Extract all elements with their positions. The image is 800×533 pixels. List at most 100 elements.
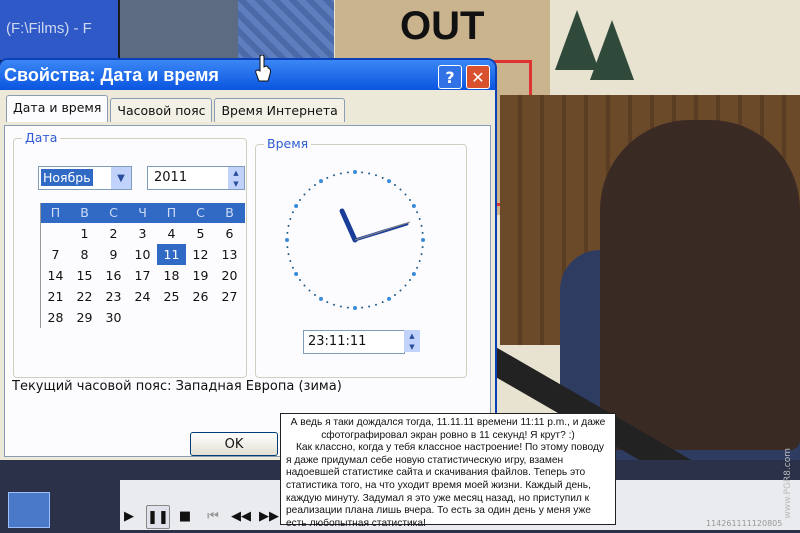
calendar-day[interactable]: 15 xyxy=(70,265,99,286)
clock-tick xyxy=(333,174,335,177)
year-spinner[interactable]: ▲ ▼ xyxy=(228,167,244,189)
calendar-day[interactable]: 18 xyxy=(157,265,186,286)
calendar-day[interactable]: 28 xyxy=(41,307,70,328)
clock-tick xyxy=(387,179,391,184)
clock-tick xyxy=(291,211,294,214)
clock-tick xyxy=(411,204,416,208)
calendar-day[interactable]: 12 xyxy=(186,244,215,265)
clock-tick xyxy=(394,294,396,296)
calendar-day[interactable]: 19 xyxy=(186,265,215,286)
weekday-label: С xyxy=(196,205,205,220)
calendar-day[interactable]: 29 xyxy=(70,307,99,328)
calendar-day[interactable]: 27 xyxy=(215,286,244,307)
clock-tick xyxy=(346,171,349,174)
calendar-day[interactable]: 25 xyxy=(157,286,186,307)
calendar-day[interactable]: 17 xyxy=(128,265,157,286)
time-group-label: Время xyxy=(264,136,312,151)
hand-cursor-icon xyxy=(255,55,271,82)
month-select[interactable]: Ноябрь ▼ xyxy=(38,166,132,190)
time-spinner[interactable]: ▲ ▼ xyxy=(404,330,420,352)
calendar-week-row: 123456 xyxy=(41,223,245,244)
calendar-day[interactable]: 22 xyxy=(70,286,99,307)
weekday-label: Ч xyxy=(138,205,147,220)
spin-down-icon[interactable]: ▼ xyxy=(228,178,244,189)
timezone-status: Текущий часовой пояс: Западная Европа (з… xyxy=(12,379,342,394)
fast-forward-icon[interactable]: ▶▶ xyxy=(258,505,280,527)
calendar-week-row: 7 8 9 10 11 12 13 xyxy=(41,244,245,265)
clock-tick xyxy=(287,253,290,256)
clock-tick xyxy=(294,204,299,208)
help-button[interactable]: ? xyxy=(438,65,462,89)
spin-up-icon[interactable]: ▲ xyxy=(404,330,420,341)
clock-tick xyxy=(326,301,329,304)
tab-internet-time[interactable]: Время Интернета xyxy=(214,98,345,122)
calendar-week-row: 14 15 16 17 18 19 20 xyxy=(41,265,245,286)
clock-tick xyxy=(299,199,301,201)
dialog-title: Свойства: Дата и время xyxy=(4,64,219,85)
calendar-day[interactable]: 10 xyxy=(128,244,157,265)
clock-tick xyxy=(346,306,349,309)
spin-down-icon[interactable]: ▼ xyxy=(404,341,420,352)
clock-tick xyxy=(399,188,402,191)
calendar-day[interactable]: 6 xyxy=(215,223,244,244)
clock-tick xyxy=(409,279,411,281)
skip-back-icon[interactable]: ⏮ xyxy=(202,505,224,527)
calendar-day[interactable]: 5 xyxy=(186,223,215,244)
rewind-icon[interactable]: ◀◀ xyxy=(230,505,252,527)
app-icon[interactable] xyxy=(8,492,50,528)
watermark: www.PGR8.com xyxy=(783,448,793,519)
clock-tick xyxy=(381,301,384,304)
spin-up-icon[interactable]: ▲ xyxy=(228,167,244,178)
tab-timezone[interactable]: Часовой пояс xyxy=(110,98,213,122)
calendar-day[interactable]: 23 xyxy=(99,286,128,307)
caption-line-1: А ведь я таки дождался тогда, 11.11.11 в… xyxy=(290,417,606,441)
calendar-day[interactable]: 7 xyxy=(41,244,70,265)
calendar-day[interactable]: 26 xyxy=(186,286,215,307)
clock-tick xyxy=(286,246,289,249)
clock-tick xyxy=(399,289,402,292)
calendar-empty-cell xyxy=(215,307,244,328)
dialog-titlebar[interactable]: Свойства: Дата и время ? ✕ xyxy=(0,60,495,90)
calendar-day[interactable]: 24 xyxy=(128,286,157,307)
clock-tick xyxy=(339,172,342,175)
play-icon[interactable]: ▶ xyxy=(118,505,140,527)
close-button[interactable]: ✕ xyxy=(466,65,490,89)
calendar-day[interactable]: 20 xyxy=(215,265,244,286)
clock-tick xyxy=(319,179,323,184)
clock-tick xyxy=(285,238,289,242)
stop-icon[interactable]: ■ xyxy=(174,505,196,527)
player-counter: 114261111120805 xyxy=(706,519,783,528)
explorer-title-text: (F:\Films) - F xyxy=(6,20,92,37)
background-window-strip xyxy=(120,0,238,60)
calendar-day[interactable]: 4 xyxy=(157,223,186,244)
calendar-day[interactable]: 2 xyxy=(99,223,128,244)
calendar-day[interactable]: 21 xyxy=(41,286,70,307)
clock-tick xyxy=(420,224,423,227)
time-input[interactable]: 23:11:11 xyxy=(303,330,405,354)
clock-tick xyxy=(299,279,301,281)
clock-tick xyxy=(368,305,371,308)
calendar-day[interactable]: 9 xyxy=(99,244,128,265)
clock-tick xyxy=(416,266,419,269)
calendar-week-row: 21 22 23 24 25 26 27 xyxy=(41,286,245,307)
pause-icon[interactable]: ❚❚ xyxy=(146,505,170,529)
calendar-weekday-header: П В С Ч П С В xyxy=(41,203,245,223)
year-field[interactable]: 2011 ▲ ▼ xyxy=(147,166,245,190)
calendar-day[interactable]: 16 xyxy=(99,265,128,286)
clock-tick xyxy=(303,193,306,196)
ok-button[interactable]: OK xyxy=(190,432,278,456)
calendar-empty-cell xyxy=(157,307,186,328)
calendar-day[interactable]: 1 xyxy=(70,223,99,244)
calendar-day[interactable]: 3 xyxy=(128,223,157,244)
calendar-day[interactable]: 11 xyxy=(157,244,186,265)
calendar-day[interactable]: 8 xyxy=(70,244,99,265)
clock-tick xyxy=(368,172,371,175)
calendar-day[interactable]: 14 xyxy=(41,265,70,286)
calendar-day[interactable]: 13 xyxy=(215,244,244,265)
clock-tick xyxy=(416,211,419,214)
calendar-day[interactable]: 30 xyxy=(99,307,128,328)
clock-tick xyxy=(286,231,289,234)
tab-date-time[interactable]: Дата и время xyxy=(6,95,109,122)
clock-tick xyxy=(291,266,294,269)
chevron-down-icon[interactable]: ▼ xyxy=(111,167,131,189)
